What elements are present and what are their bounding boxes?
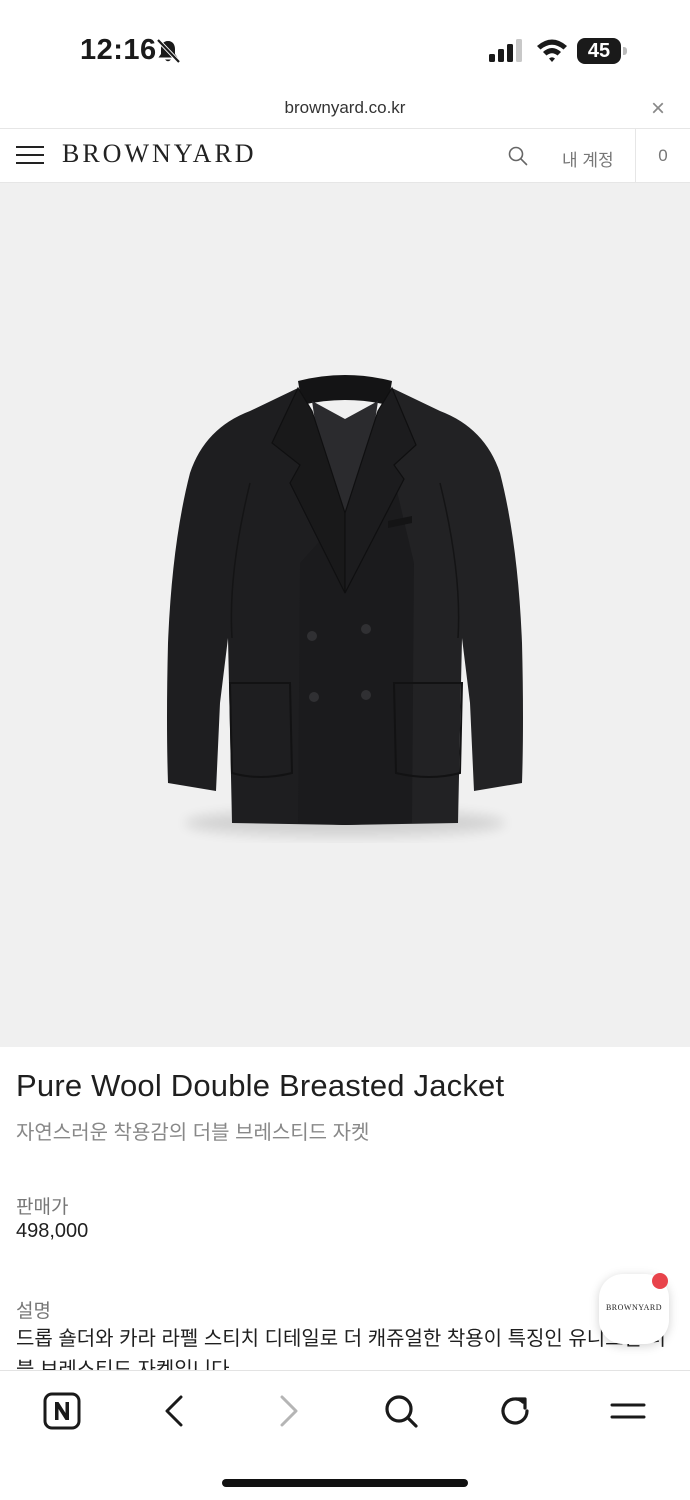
battery-level: 45 [587, 40, 611, 62]
description-text: 드롭 숄더와 카라 라펠 스티치 디테일로 더 캐쥬얼한 착용이 특징인 유니크… [16, 1328, 666, 1370]
cellular-signal-icon [489, 39, 522, 62]
search-icon[interactable] [508, 146, 528, 166]
forward-arrow-icon[interactable] [268, 1391, 308, 1431]
search-icon[interactable] [381, 1391, 421, 1431]
wifi-icon [537, 39, 567, 62]
product-subtitle: 자연스러운 착용감의 더블 브레스티드 자켓 [16, 1122, 370, 1144]
product-name: Pure Wool Double Breasted Jacket [16, 1068, 505, 1103]
status-time: 12:16 [80, 34, 157, 66]
battery-icon: 45 [577, 38, 627, 64]
price-label: 판매가 [16, 1197, 69, 1218]
home-indicator[interactable] [222, 1479, 468, 1487]
account-link[interactable]: 내 계정 [562, 146, 614, 171]
close-icon[interactable]: × [646, 97, 670, 122]
bell-slash-icon [156, 38, 181, 64]
double-breasted-jacket-image [167, 375, 523, 837]
chat-badge-button[interactable]: BROWNYARD [599, 1273, 669, 1344]
cart-count: 0 [658, 146, 668, 165]
product-image[interactable] [0, 183, 690, 1047]
cart-button[interactable]: 0 [635, 128, 690, 183]
description-label: 설명 [16, 1301, 51, 1322]
menu-icon[interactable] [16, 143, 44, 167]
url-text[interactable]: brownyard.co.kr [0, 98, 690, 118]
naver-home-icon[interactable] [42, 1391, 82, 1431]
site-logo[interactable]: BROWNYARD [62, 139, 257, 169]
price-value: 498,000 [16, 1220, 89, 1242]
refresh-icon[interactable] [495, 1391, 535, 1431]
chat-badge-label: BROWNYARD [605, 1303, 663, 1312]
url-bar[interactable]: brownyard.co.kr × [0, 92, 690, 128]
site-header: BROWNYARD 내 계정 0 [0, 128, 690, 183]
menu-icon[interactable] [608, 1391, 648, 1431]
status-bar: 12:16 45 [0, 0, 690, 92]
notification-dot [652, 1273, 668, 1289]
back-arrow-icon[interactable] [155, 1391, 195, 1431]
